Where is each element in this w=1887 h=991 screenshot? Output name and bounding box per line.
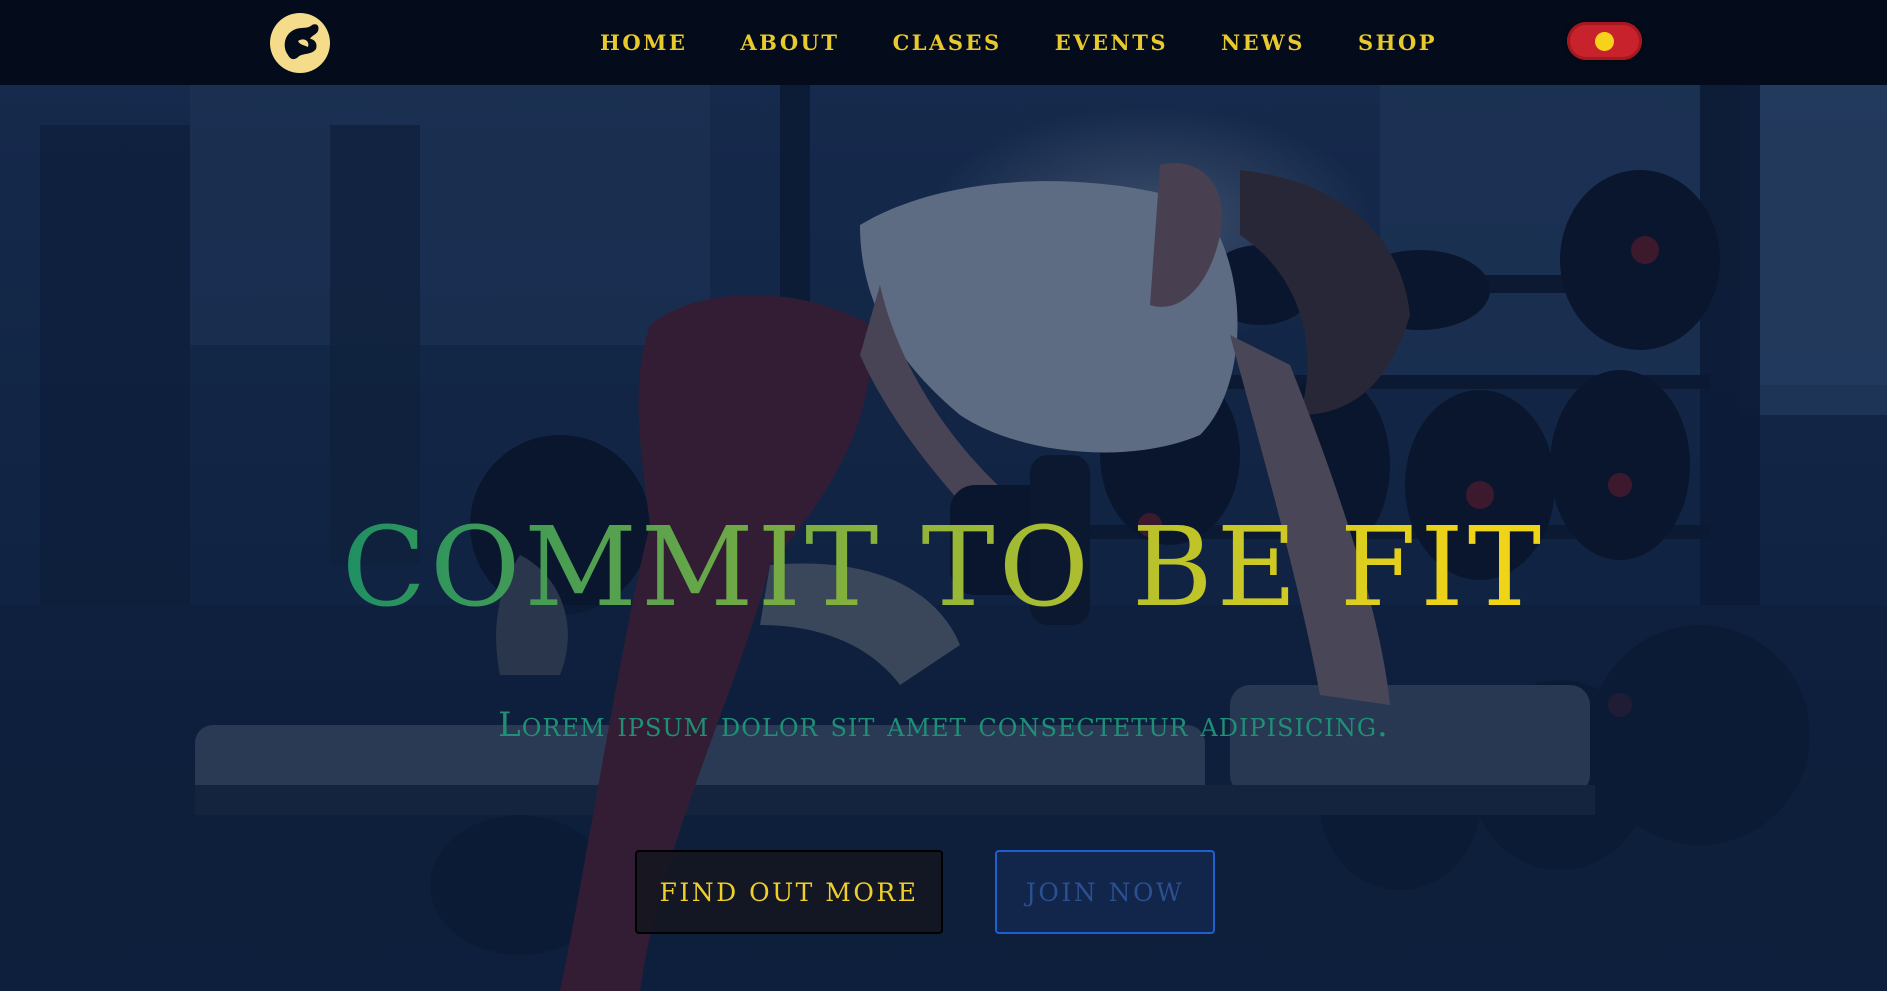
language-toggle-icon xyxy=(1595,32,1614,51)
hero-subtitle: Lorem ipsum dolor sit amet consectetur a… xyxy=(498,705,1389,745)
flexed-arm-logo-icon[interactable] xyxy=(268,11,332,75)
nav-link-about[interactable]: ABOUT xyxy=(740,30,839,55)
top-navbar: HOME ABOUT CLASES EVENTS NEWS SHOP xyxy=(0,0,1887,85)
join-now-button[interactable]: JOIN NOW xyxy=(995,850,1215,934)
hero-title: COMMIT TO BE FIT xyxy=(0,512,1887,622)
nav-link-news[interactable]: NEWS xyxy=(1221,30,1305,55)
nav-link-shop[interactable]: SHOP xyxy=(1358,30,1437,55)
nav-link-home[interactable]: HOME xyxy=(600,30,687,55)
nav-link-events[interactable]: EVENTS xyxy=(1055,30,1168,55)
find-out-more-button[interactable]: FIND OUT MORE xyxy=(635,850,943,934)
nav-link-clases[interactable]: CLASES xyxy=(893,30,1002,55)
main-nav: HOME ABOUT CLASES EVENTS NEWS SHOP xyxy=(600,0,1437,85)
language-toggle[interactable] xyxy=(1567,22,1642,60)
